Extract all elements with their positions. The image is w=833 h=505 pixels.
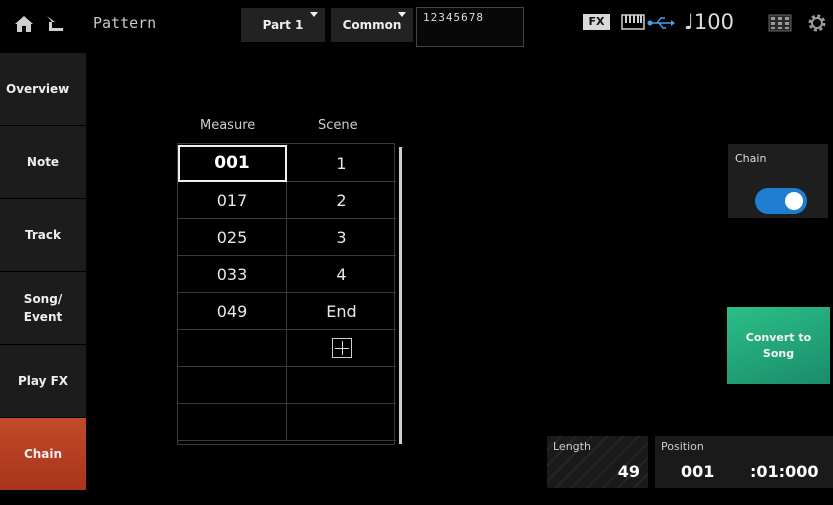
add-icon[interactable] (331, 338, 352, 358)
quick-access-grid-icon[interactable] (768, 14, 792, 32)
scene-cell[interactable]: 4 (287, 256, 396, 293)
position-measure-value[interactable]: 001 (681, 462, 714, 481)
length-value: 49 (617, 462, 640, 481)
part-status-indicator[interactable]: 12345678 (416, 7, 524, 47)
gear-icon[interactable] (806, 12, 828, 34)
scene-column-header: Scene (318, 118, 358, 133)
scene-cell[interactable] (287, 367, 396, 404)
chain-label: Chain (735, 152, 767, 165)
chain-table: 001 1 017 2 025 3 033 4 049 End (177, 143, 396, 445)
measure-column-header: Measure (200, 118, 256, 133)
sidebar-item-label: Note (26, 155, 60, 169)
sidebar-item-label: Chain (23, 447, 63, 461)
tempo-display[interactable]: ♩100 (684, 10, 734, 34)
chain-toggle[interactable] (755, 188, 807, 214)
scene-cell[interactable]: 3 (287, 219, 396, 256)
sidebar-item-overview[interactable]: Overview (0, 53, 86, 125)
sidebar-item-track[interactable]: Track (0, 199, 86, 271)
keyboard-icon (621, 14, 645, 30)
sidebar-item-song-event[interactable]: Song/ Event (0, 272, 86, 344)
position-label: Position (661, 440, 704, 453)
add-scene-cell[interactable] (287, 330, 396, 367)
convert-to-song-button[interactable]: Convert to Song (727, 307, 830, 384)
position-field[interactable]: Position 001 :01:000 (655, 436, 833, 488)
length-field[interactable]: Length 49 (547, 436, 648, 488)
measure-cell[interactable]: 033 (178, 256, 287, 293)
chevron-down-icon (310, 12, 318, 17)
part-select-button[interactable]: Part 1 (241, 8, 325, 42)
measure-cell[interactable] (178, 330, 287, 367)
sidebar-item-chain[interactable]: Chain (0, 418, 86, 490)
sidebar-item-play-fx[interactable]: Play FX (0, 345, 86, 417)
up-level-icon[interactable] (43, 12, 65, 34)
top-bar: Pattern Part 1 Common 12345678 FX ♩100 (0, 0, 833, 50)
sidebar-item-label: Play FX (17, 374, 69, 388)
measure-cell[interactable] (178, 404, 287, 441)
sidebar-item-label: Song/ Event (23, 292, 63, 324)
sidebar-item-label: Overview (6, 82, 70, 96)
common-select-button[interactable]: Common (331, 8, 413, 42)
page-title: Pattern (93, 14, 157, 32)
chain-switch-panel: Chain (728, 144, 828, 218)
scene-cell[interactable] (287, 404, 396, 441)
length-label: Length (553, 440, 591, 453)
fx-badge[interactable]: FX (583, 14, 610, 30)
toggle-knob (785, 192, 803, 210)
measure-cell[interactable]: 017 (178, 182, 287, 219)
position-beat-value[interactable]: :01:000 (750, 462, 818, 481)
chevron-down-icon (398, 12, 406, 17)
measure-cell[interactable]: 001 (178, 145, 287, 182)
measure-cell[interactable]: 025 (178, 219, 287, 256)
sidebar: Overview Note Track Song/ Event Play FX … (0, 50, 86, 490)
part-select-label: Part 1 (262, 18, 304, 32)
scene-cell[interactable]: 2 (287, 182, 396, 219)
scene-cell[interactable]: 1 (287, 145, 396, 182)
common-select-label: Common (342, 18, 402, 32)
sidebar-item-label: Track (25, 228, 61, 242)
table-scrollbar[interactable] (399, 147, 402, 444)
home-icon[interactable] (14, 15, 34, 33)
usb-icon (647, 17, 675, 29)
sidebar-item-note[interactable]: Note (0, 126, 86, 198)
measure-cell[interactable]: 049 (178, 293, 287, 330)
scene-cell[interactable]: End (287, 293, 396, 330)
measure-cell[interactable] (178, 367, 287, 404)
